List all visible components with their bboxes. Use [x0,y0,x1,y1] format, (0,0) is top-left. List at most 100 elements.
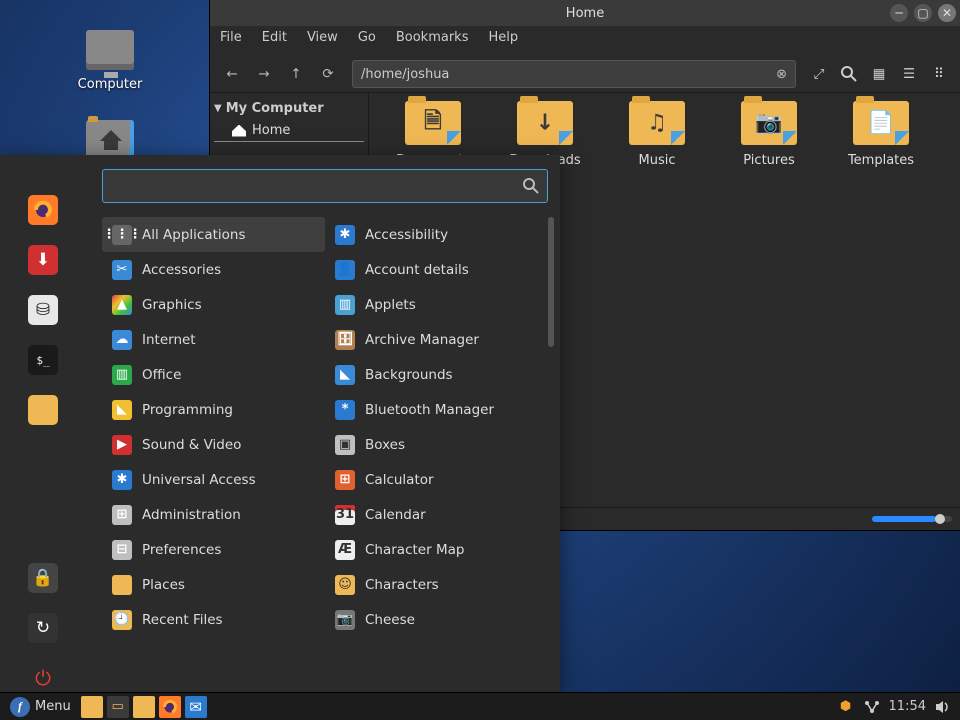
tray-volume-icon[interactable] [934,698,952,716]
sidebar-header-my-computer[interactable]: ▼ My Computer [214,101,364,116]
app-cheese[interactable]: 📷 Cheese [325,602,548,637]
compact-view-button[interactable]: ⠿ [926,61,952,87]
category-graphics[interactable]: ▲Graphics [102,287,325,322]
folder-icon: 🗎 [405,101,461,145]
desktop-icon-computer[interactable]: Computer [65,30,155,92]
category-places[interactable]: Places [102,567,325,602]
category-icon: 🕘 [112,610,132,630]
fav-power[interactable]: ⏻ [28,663,58,693]
category-office[interactable]: ▥Office [102,357,325,392]
folder-icon: ♫ [629,101,685,145]
close-button[interactable]: ✕ [938,4,956,22]
terminal-icon: $_ [36,354,49,367]
category-accessories[interactable]: ✂Accessories [102,252,325,287]
category-preferences[interactable]: ⊟Preferences [102,532,325,567]
app-calendar[interactable]: 31Calendar [325,497,548,532]
category-administration[interactable]: ⊞Administration [102,497,325,532]
app-label: Accessibility [365,227,448,243]
app-account-details[interactable]: 👤Account details [325,252,548,287]
panel-task-mail[interactable]: ✉ [185,696,207,718]
start-menu-scrollbar[interactable] [548,217,554,347]
search-button[interactable] [836,61,862,87]
app-icon: ◣ [335,365,355,385]
menu-go[interactable]: Go [358,30,376,52]
menu-help[interactable]: Help [488,30,518,52]
panel: f Menu ▭ ✉ ⬢ 11:54 [0,692,960,720]
fav-disks[interactable]: ⛁ [28,295,58,325]
app-calculator[interactable]: ⊞Calculator [325,462,548,497]
app-label: Cheese [365,612,415,628]
app-icon: 🗄 [335,330,355,350]
app-icon: Æ [335,540,355,560]
panel-task-firefox[interactable] [159,696,181,718]
computer-icon [86,30,134,70]
category-label: Sound & Video [142,437,241,453]
fav-terminal[interactable]: $_ [28,345,58,375]
nav-back-button[interactable]: ← [218,60,246,88]
start-menu-categories: ⋮⋮⋮All Applications✂Accessories▲Graphics… [102,217,325,685]
app-applets[interactable]: ▥Applets [325,287,548,322]
maximize-button[interactable]: ▢ [914,4,932,22]
app-backgrounds[interactable]: ◣Backgrounds [325,357,548,392]
app-boxes[interactable]: ▣Boxes [325,427,548,462]
nav-forward-button[interactable]: → [250,60,278,88]
app-characters[interactable]: ☺Characters [325,567,548,602]
app-bluetooth-manager[interactable]: *Bluetooth Manager [325,392,548,427]
folder-label: Templates [848,153,914,168]
tray-clock[interactable]: 11:54 [889,698,926,716]
folder-music[interactable]: ♫Music [601,101,713,199]
category-label: Universal Access [142,472,256,488]
fav-lock[interactable]: 🔒 [28,563,58,593]
distro-logo-icon: f [10,697,30,717]
category-sound-video[interactable]: ▶Sound & Video [102,427,325,462]
fav-firefox[interactable] [28,195,58,225]
icon-view-button[interactable]: ▦ [866,61,892,87]
file-manager-toolbar: ← → ↑ ⟳ /home/joshua ⊗ ⤢ ▦ ☰ ⠿ [210,56,960,93]
menu-edit[interactable]: Edit [262,30,287,52]
toggle-location-button[interactable]: ⤢ [806,61,832,87]
category-programming[interactable]: ◣Programming [102,392,325,427]
folder-pictures[interactable]: 📷Pictures [713,101,825,199]
category-universal-access[interactable]: ✱Universal Access [102,462,325,497]
folder-icon [35,403,51,417]
nav-reload-button[interactable]: ⟳ [314,60,342,88]
zoom-slider[interactable] [872,516,952,522]
minimize-button[interactable]: ─ [890,4,908,22]
panel-menu-button[interactable]: f Menu [4,695,77,719]
app-archive-manager[interactable]: 🗄Archive Manager [325,322,548,357]
folder-label: Pictures [743,153,794,168]
app-label: Calculator [365,472,434,488]
start-menu-search[interactable] [102,169,548,203]
tray-update-icon[interactable]: ⬢ [837,698,855,716]
path-bar[interactable]: /home/joshua ⊗ [352,60,796,88]
category-label: Recent Files [142,612,223,628]
list-view-button[interactable]: ☰ [896,61,922,87]
panel-task-nemo[interactable] [133,696,155,718]
category-all-applications[interactable]: ⋮⋮⋮All Applications [102,217,325,252]
menu-bookmarks[interactable]: Bookmarks [396,30,469,52]
app-icon: ☺ [335,575,355,595]
app-label: Account details [365,262,469,278]
menu-view[interactable]: View [307,30,338,52]
sidebar-item-home[interactable]: Home [214,120,364,142]
window-titlebar[interactable]: Home ─ ▢ ✕ [210,0,960,26]
download-icon: ⬇ [36,250,50,270]
category-recent-files[interactable]: 🕘 Recent Files [102,602,325,637]
nav-up-button[interactable]: ↑ [282,60,310,88]
app-icon: 31 [335,505,355,525]
folder-templates[interactable]: 📄Templates [825,101,937,199]
panel-task-files[interactable] [81,696,103,718]
category-label: Preferences [142,542,221,558]
fav-transmission[interactable]: ⬇ [28,245,58,275]
fav-logout[interactable]: ↻ [28,613,58,643]
fav-files[interactable] [28,395,58,425]
app-character-map[interactable]: ÆCharacter Map [325,532,548,567]
tray-network-icon[interactable] [863,698,881,716]
category-internet[interactable]: ☁Internet [102,322,325,357]
app-accessibility[interactable]: ✱Accessibility [325,217,548,252]
folder-icon: ↓ [517,101,573,145]
app-icon: 📷 [335,610,355,630]
menu-file[interactable]: File [220,30,242,52]
path-clear-icon[interactable]: ⊗ [776,67,787,82]
panel-show-desktop[interactable]: ▭ [107,696,129,718]
